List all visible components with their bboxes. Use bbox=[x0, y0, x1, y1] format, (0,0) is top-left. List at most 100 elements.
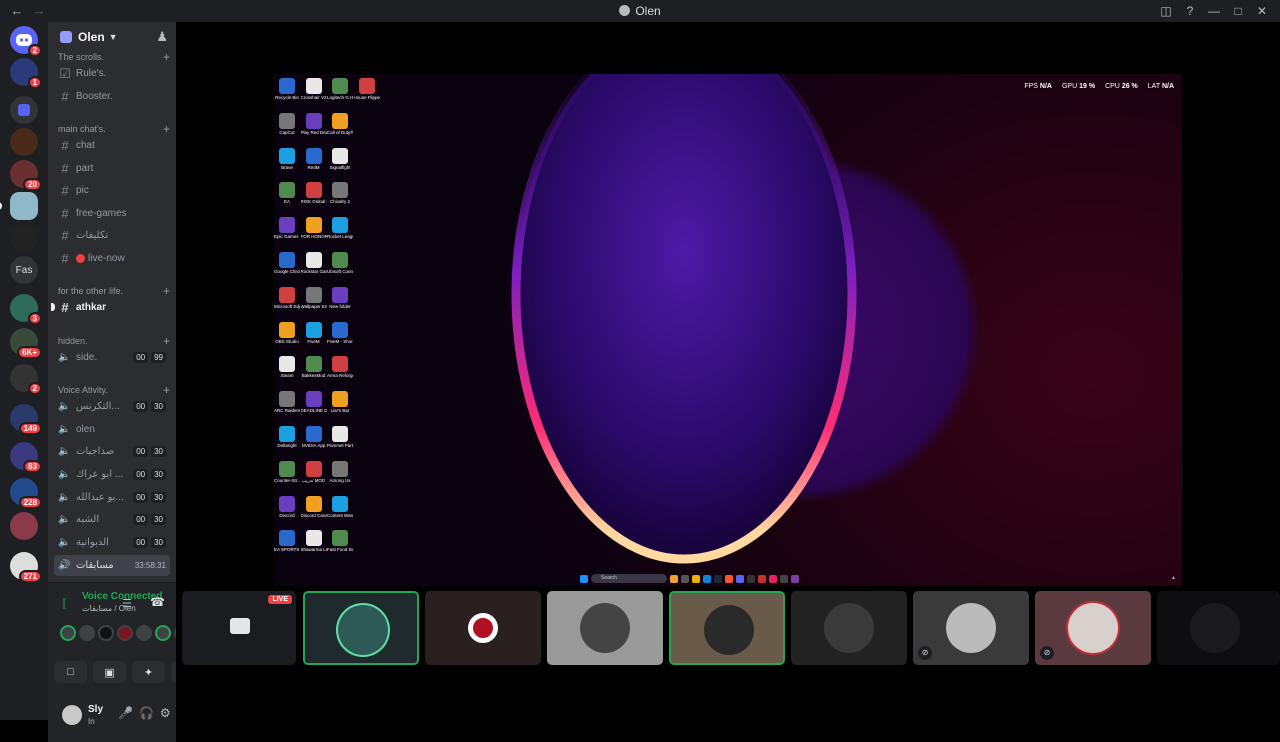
microphone-icon[interactable]: 🎤 bbox=[118, 706, 133, 720]
channel-chat[interactable]: # chat bbox=[54, 135, 170, 156]
participant-avatar[interactable] bbox=[60, 625, 76, 641]
server-header[interactable]: Olen ▼ ♟ bbox=[48, 22, 176, 52]
disconnect-icon[interactable]: ☎ bbox=[150, 595, 165, 609]
app-icon bbox=[305, 217, 322, 234]
server-icon-12[interactable] bbox=[10, 512, 38, 540]
participant-avatar[interactable] bbox=[117, 625, 133, 641]
username[interactable]: Sly bbox=[88, 704, 103, 715]
participant-avatar[interactable] bbox=[98, 625, 114, 641]
app-icon bbox=[305, 147, 322, 164]
channel-label: ابو عراك ... bbox=[76, 469, 124, 480]
add-channel-icon[interactable]: + bbox=[163, 122, 170, 136]
back-icon[interactable]: ← bbox=[10, 3, 24, 18]
channel-takhelat[interactable]: # تكليفات bbox=[54, 225, 170, 246]
app-icon bbox=[305, 391, 322, 408]
stream-view[interactable]: Recycle BinCrosshair V2Logitech G HUBHou… bbox=[274, 74, 1182, 586]
server-icon-7[interactable]: 6K+ bbox=[10, 328, 42, 359]
participant-tile[interactable] bbox=[791, 591, 907, 665]
desktop-icon-label: Rockstar Games... bbox=[300, 269, 327, 274]
voice-channel-olen[interactable]: 🔈 olen bbox=[54, 419, 170, 440]
category-other[interactable]: for the other life. + bbox=[58, 284, 170, 298]
activities-icon[interactable]: ✦ bbox=[132, 661, 165, 683]
participant-tile[interactable]: ⊘ bbox=[1035, 591, 1151, 665]
headphones-icon[interactable]: 🎧 bbox=[139, 706, 154, 720]
participant-avatar[interactable] bbox=[79, 625, 95, 641]
signal-icon[interactable]: ⟦ bbox=[62, 597, 67, 610]
voice-channel-6[interactable]: 🔈 الشبه 00 30 bbox=[54, 509, 170, 530]
voice-channel-3[interactable]: 🔈 صداجبات 00 30 bbox=[54, 441, 170, 462]
channel-free-games[interactable]: # free-games bbox=[54, 203, 170, 224]
server-icon-fas[interactable]: Fas bbox=[10, 256, 38, 284]
camera-off-icon[interactable]: □ bbox=[54, 661, 87, 683]
desktop-icon: NVIDIA App bbox=[301, 426, 327, 448]
category-main[interactable]: main chat's. + bbox=[58, 122, 170, 136]
desktop-icon-label: DEADLINE DELIVER... bbox=[300, 408, 327, 414]
add-channel-icon[interactable]: + bbox=[163, 334, 170, 348]
channel-label: athkar bbox=[76, 302, 107, 313]
speaker-icon: 🔈 bbox=[58, 469, 71, 480]
server-icon-5[interactable] bbox=[10, 224, 38, 252]
close-icon[interactable]: ✕ bbox=[1252, 2, 1272, 20]
channel-booster[interactable]: # Booster. bbox=[54, 86, 170, 107]
voice-channel-1[interactable]: 🔈 التكرنس... 00 30 bbox=[54, 396, 170, 417]
participant-avatar bbox=[1068, 603, 1118, 653]
gear-icon[interactable]: ⚙ bbox=[160, 706, 171, 720]
participant-avatar[interactable] bbox=[155, 625, 171, 641]
session-timer: 33:58:31 bbox=[134, 561, 166, 570]
channel-athkar[interactable]: # athkar bbox=[51, 297, 170, 318]
participant-tile[interactable] bbox=[425, 591, 541, 665]
add-user-icon[interactable]: ♟ bbox=[156, 29, 168, 45]
category-hidden[interactable]: hidden. + bbox=[58, 334, 170, 348]
participant-tile[interactable]: ⊘ bbox=[913, 591, 1029, 665]
channel-rules[interactable]: ☑ Rule's. bbox=[54, 63, 170, 84]
stream-tile[interactable]: LIVE bbox=[182, 591, 296, 665]
server-icon-11[interactable]: 228 bbox=[10, 478, 42, 509]
channel-label: Booster. bbox=[76, 91, 113, 102]
help-icon[interactable]: ? bbox=[1180, 2, 1200, 20]
hash-icon: # bbox=[61, 300, 69, 315]
noise-suppression-icon[interactable]: ☰ bbox=[122, 597, 132, 610]
server-folder[interactable] bbox=[10, 96, 38, 124]
inbox-icon[interactable]: ◫ bbox=[1156, 2, 1176, 20]
desktop-icon-label: Signalfight bbox=[329, 164, 351, 170]
app-icon bbox=[279, 217, 295, 234]
desktop-icon-label: FiveM - Shortcut bbox=[327, 338, 353, 344]
participant-tile[interactable] bbox=[547, 591, 663, 665]
category-label: Voice Ativity. bbox=[58, 385, 108, 395]
voice-channel-active[interactable]: 🔊 مسابقات 33:58:31 bbox=[54, 555, 170, 576]
server-icon-2[interactable] bbox=[10, 128, 38, 156]
add-channel-icon[interactable]: + bbox=[163, 383, 170, 397]
server-icon-8[interactable]: 2 bbox=[10, 364, 42, 395]
forward-icon[interactable]: → bbox=[32, 3, 46, 18]
hash-icon: # bbox=[61, 206, 69, 221]
participant-tile[interactable] bbox=[1157, 591, 1280, 665]
app-icon bbox=[332, 182, 348, 199]
participant-avatar bbox=[1190, 603, 1240, 653]
voice-channel-side[interactable]: 🔈 side. 00 99 bbox=[54, 347, 170, 368]
channel-pic[interactable]: # pic bbox=[54, 180, 170, 201]
count-right: 30 bbox=[151, 537, 166, 548]
voice-channel-4[interactable]: 🔈 ابو عراك ... 00 30 bbox=[54, 464, 170, 485]
server-icon-9[interactable]: 149 bbox=[10, 404, 42, 435]
server-icon-4[interactable] bbox=[0, 192, 38, 220]
server-icon-13[interactable]: 271 bbox=[10, 552, 42, 583]
server-icon-1[interactable]: 1 bbox=[10, 58, 42, 89]
add-channel-icon[interactable]: + bbox=[163, 284, 170, 298]
category-voice[interactable]: Voice Ativity. + bbox=[58, 383, 170, 397]
maximize-icon[interactable]: □ bbox=[1228, 2, 1248, 20]
app-icon bbox=[279, 495, 295, 512]
server-icon-6[interactable]: 3 bbox=[10, 294, 42, 325]
channel-live-now[interactable]: # live-now bbox=[54, 248, 170, 269]
participant-avatar[interactable] bbox=[136, 625, 152, 641]
channel-part[interactable]: # part bbox=[54, 158, 170, 179]
screen-share-icon[interactable]: ▣ bbox=[93, 661, 126, 683]
home-button[interactable]: 2 bbox=[10, 26, 42, 57]
voice-channel-7[interactable]: 🔈 الدبوانية 00 30 bbox=[54, 532, 170, 553]
server-icon-3[interactable]: 20 bbox=[10, 160, 42, 191]
voice-channel-5[interactable]: 🔈 بو عبدالله... 00 30 bbox=[54, 487, 170, 508]
participant-tile[interactable] bbox=[669, 591, 785, 665]
avatar[interactable] bbox=[62, 705, 82, 725]
server-icon-10[interactable]: 83 bbox=[10, 442, 42, 473]
minimize-icon[interactable]: — bbox=[1204, 2, 1224, 20]
participant-tile[interactable] bbox=[303, 591, 419, 665]
